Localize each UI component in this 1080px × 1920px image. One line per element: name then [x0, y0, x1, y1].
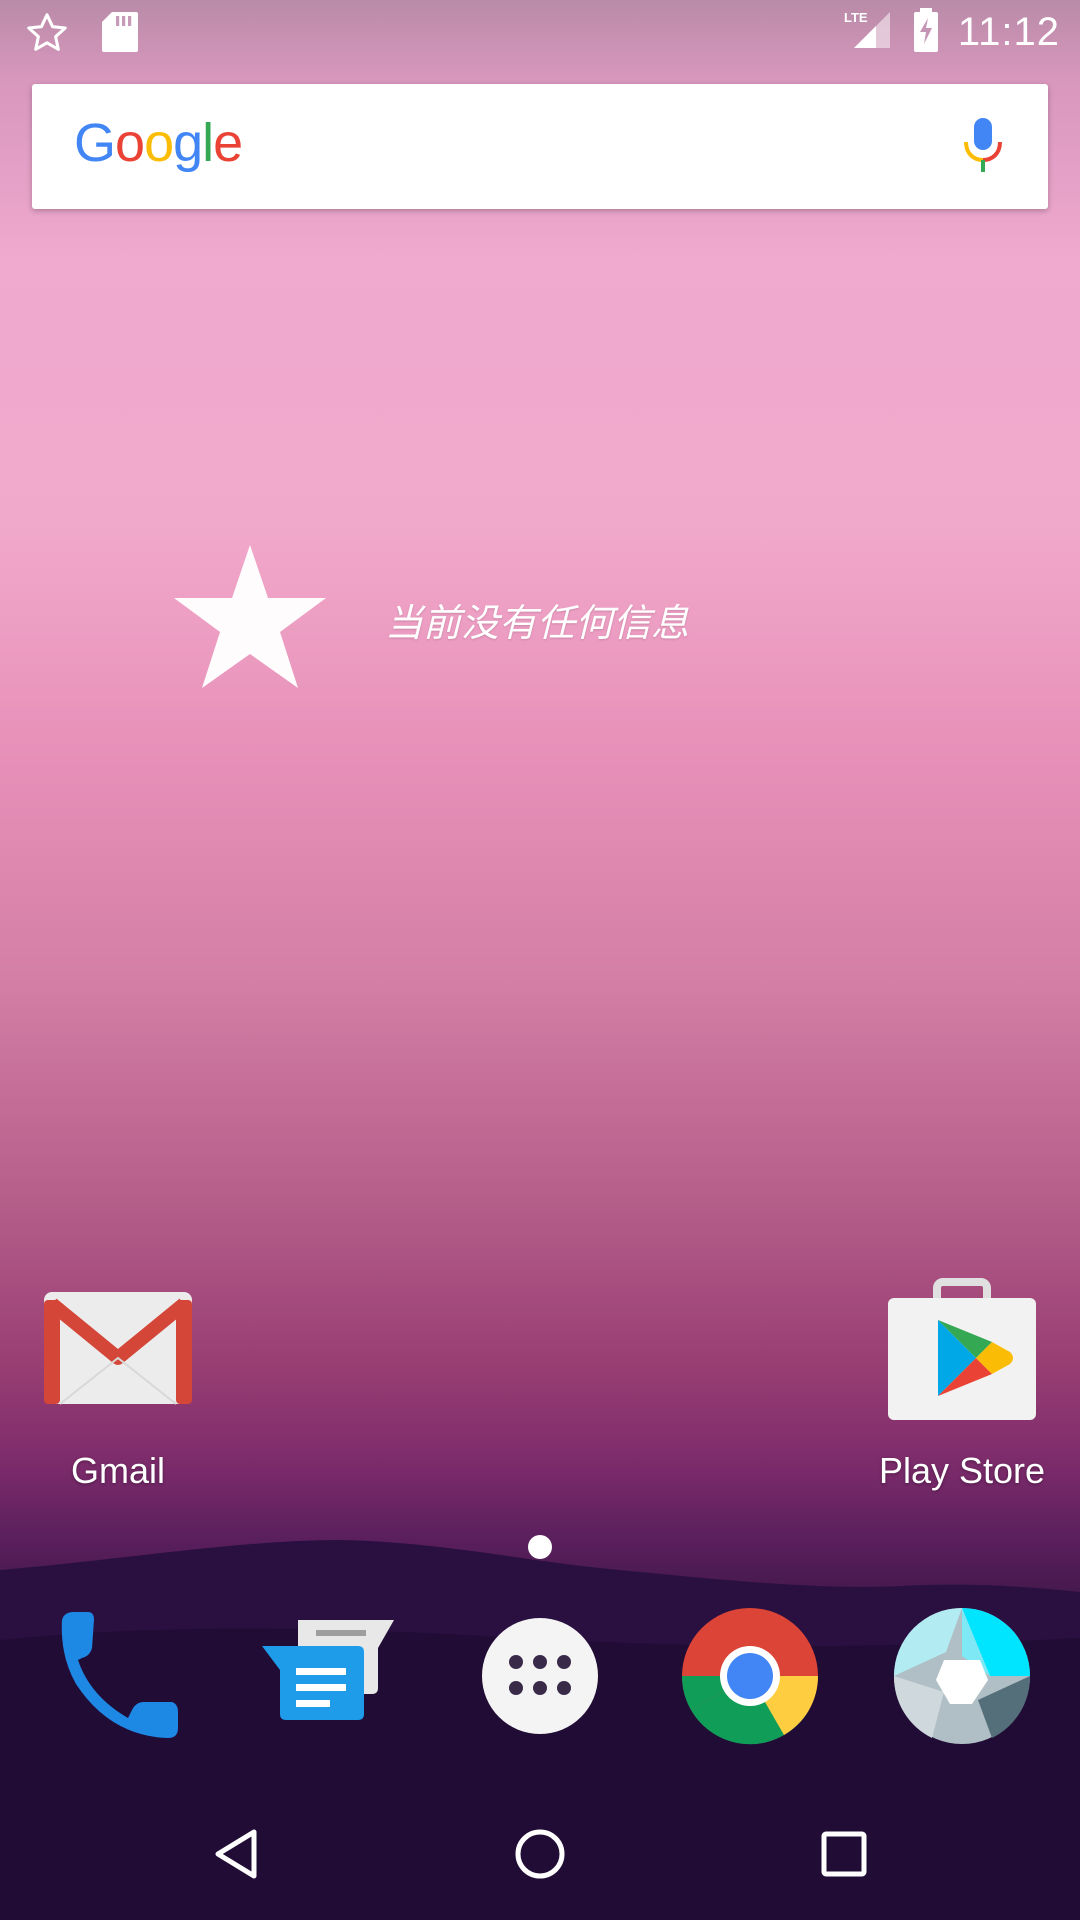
- sd-card-icon: [100, 10, 140, 60]
- clock: 11:12: [957, 9, 1060, 54]
- star-outline-icon: [24, 10, 70, 60]
- back-icon[interactable]: [208, 1824, 268, 1884]
- home-icon[interactable]: [510, 1824, 570, 1884]
- play-store-icon: [882, 1270, 1042, 1430]
- google-search-bar[interactable]: Google: [32, 84, 1048, 209]
- status-bar: LTE 11:12: [0, 0, 1080, 64]
- app-drawer-icon[interactable]: [470, 1600, 610, 1750]
- google-logo: Google: [74, 112, 243, 174]
- chrome-icon[interactable]: [680, 1600, 820, 1750]
- app-label: Play Store: [878, 1450, 1046, 1491]
- page-indicator-dot: [528, 1535, 552, 1559]
- camera-icon[interactable]: [892, 1600, 1032, 1750]
- svg-text:LTE: LTE: [844, 10, 868, 25]
- logo-letter: e: [213, 113, 243, 173]
- gmail-icon: [38, 1270, 198, 1430]
- dock: [0, 1600, 1080, 1760]
- lte-signal-icon: LTE: [844, 8, 894, 56]
- logo-letter: G: [74, 113, 116, 173]
- microphone-icon[interactable]: [958, 116, 1008, 176]
- navigation-bar: [0, 1780, 1080, 1920]
- phone-icon[interactable]: [50, 1600, 190, 1750]
- logo-letter: o: [115, 113, 145, 173]
- app-gmail[interactable]: Gmail: [28, 1270, 208, 1492]
- recents-icon[interactable]: [814, 1824, 874, 1884]
- logo-letter: l: [202, 113, 214, 173]
- app-label: Gmail: [70, 1450, 165, 1491]
- battery-charging-icon: [912, 8, 940, 56]
- logo-letter: g: [173, 113, 203, 173]
- widget-message-text: 当前没有任何信息: [385, 601, 690, 645]
- messages-icon[interactable]: [260, 1600, 400, 1750]
- message-widget[interactable]: 当前没有任何信息: [170, 540, 770, 700]
- app-play-store[interactable]: Play Store: [872, 1270, 1052, 1492]
- star-icon: [174, 545, 326, 688]
- logo-letter: o: [144, 113, 174, 173]
